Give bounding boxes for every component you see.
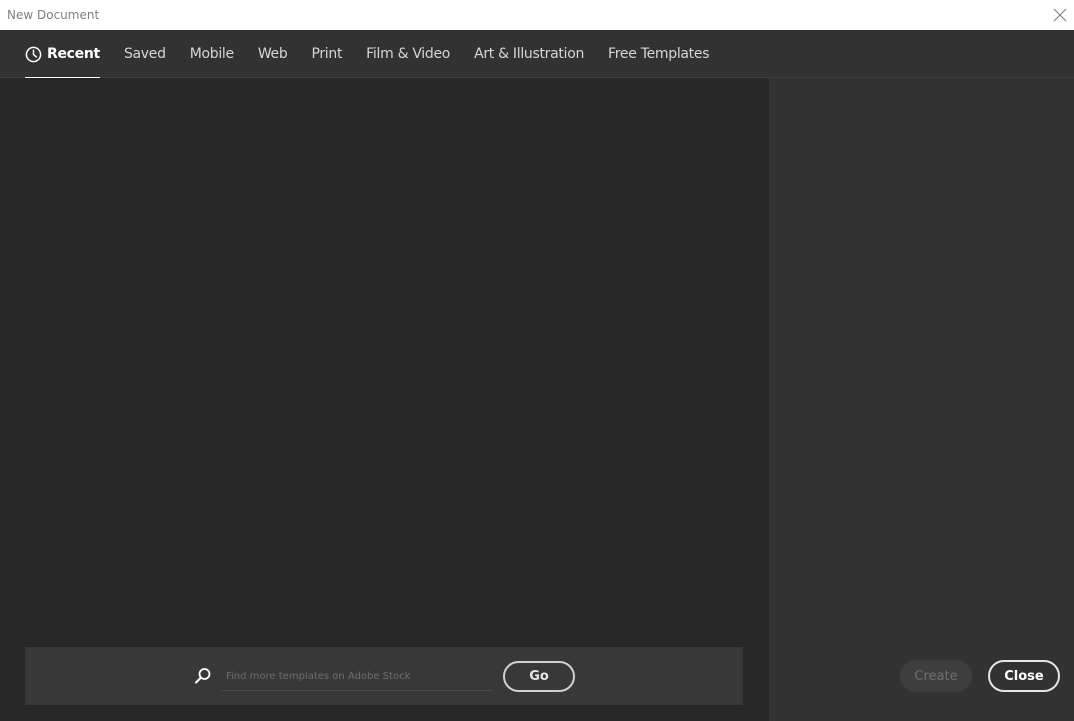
tab-label: Free Templates: [608, 46, 710, 62]
clock-icon: [25, 46, 42, 62]
tab-film-video[interactable]: Film & Video: [366, 30, 450, 78]
preset-details-panel: Create Close: [769, 78, 1074, 721]
tab-art-illustration[interactable]: Art & Illustration: [474, 30, 584, 78]
tab-print[interactable]: Print: [311, 30, 342, 78]
create-button[interactable]: Create: [900, 660, 972, 692]
close-icon[interactable]: [1050, 5, 1070, 25]
tab-label: Print: [311, 46, 343, 62]
tab-web[interactable]: Web: [258, 30, 288, 78]
stock-search-bar: Go: [25, 647, 743, 705]
tab-label: Film & Video: [366, 46, 451, 62]
window-title: New Document: [7, 8, 100, 22]
tab-label: Web: [257, 46, 288, 62]
go-button[interactable]: Go: [503, 661, 575, 692]
tab-label: Art & Illustration: [474, 46, 585, 62]
tab-free-templates[interactable]: Free Templates: [608, 30, 709, 78]
recent-documents-area: Go: [0, 78, 769, 721]
tab-label: Saved: [123, 46, 166, 62]
tab-saved[interactable]: Saved: [124, 30, 166, 78]
tab-recent[interactable]: Recent: [25, 30, 100, 79]
stock-search-input[interactable]: [222, 663, 493, 691]
title-bar: New Document: [0, 0, 1074, 30]
category-tabs: Recent Saved Mobile Web Print Film & Vid…: [0, 30, 1074, 79]
tab-label: Mobile: [189, 46, 234, 62]
tab-mobile[interactable]: Mobile: [190, 30, 234, 78]
new-document-dialog: New Document Recent Saved Mobile Web Pri…: [0, 0, 1074, 721]
close-button[interactable]: Close: [988, 660, 1060, 692]
tab-label: Recent: [47, 46, 100, 62]
search-icon: [195, 668, 211, 684]
